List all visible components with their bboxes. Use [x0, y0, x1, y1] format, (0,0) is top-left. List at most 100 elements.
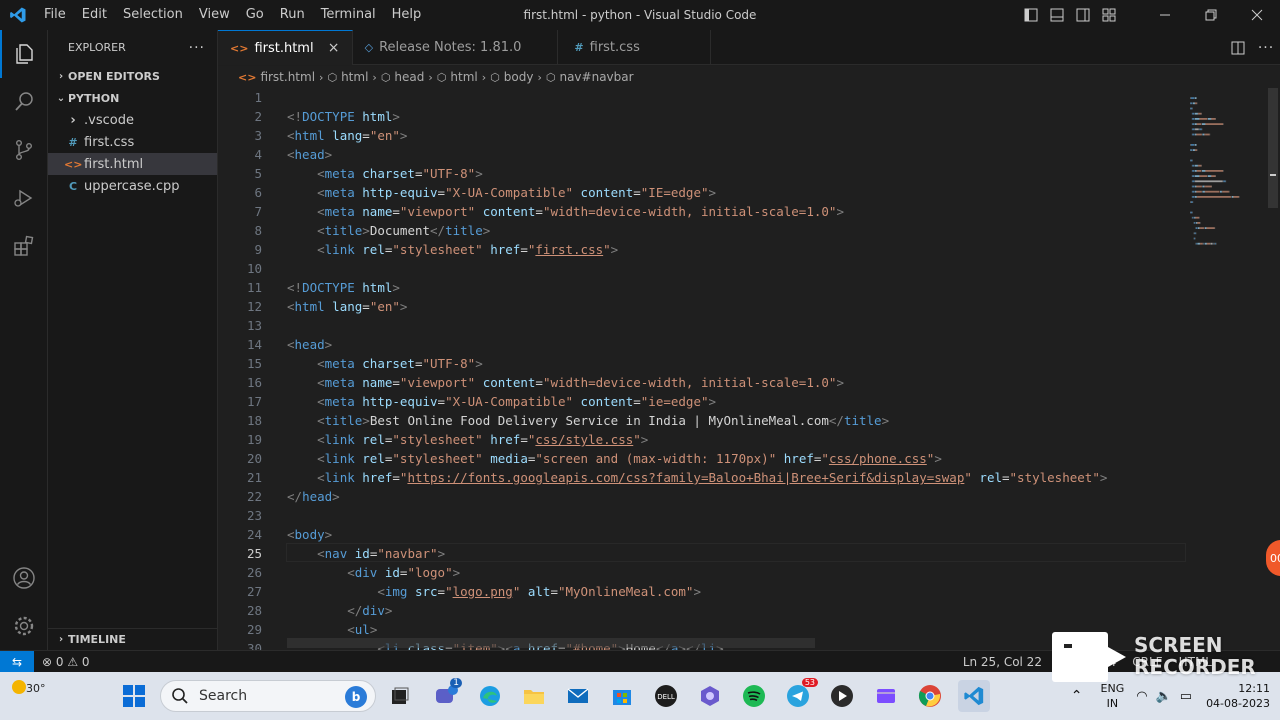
- menu-edit[interactable]: Edit: [74, 0, 115, 30]
- activity-accounts[interactable]: [0, 554, 48, 602]
- code-line[interactable]: <title>Document</title>: [287, 221, 490, 240]
- code-line[interactable]: </div>: [287, 601, 392, 620]
- media-player-button[interactable]: [826, 680, 858, 712]
- remote-indicator-button[interactable]: ⇆: [0, 650, 34, 673]
- workspace-section[interactable]: ⌄ PYTHON: [48, 87, 217, 109]
- code-line[interactable]: <head>: [287, 145, 332, 164]
- toggle-secondary-sidebar-button[interactable]: [1070, 0, 1096, 30]
- tree-item-uppercase-cpp[interactable]: C uppercase.cpp: [48, 175, 217, 197]
- code-line[interactable]: <!DOCTYPE html>: [287, 107, 400, 126]
- code-line[interactable]: <meta charset="UTF-8">: [287, 354, 483, 373]
- code-line[interactable]: <html lang="en">: [287, 297, 407, 316]
- code-line[interactable]: <link href="https://fonts.googleapis.com…: [287, 468, 1107, 487]
- code-line[interactable]: <ul>: [287, 620, 377, 639]
- breadcrumb-item[interactable]: ⬡ body: [490, 70, 533, 84]
- chat-app-button[interactable]: 1: [430, 678, 462, 712]
- activity-run-debug[interactable]: [0, 174, 48, 222]
- breadcrumb-item[interactable]: ⬡ head: [381, 70, 425, 84]
- store-app-button[interactable]: [606, 680, 638, 712]
- code-line[interactable]: <meta http-equiv="X-UA-Compatible" conte…: [287, 392, 716, 411]
- minimize-button[interactable]: [1142, 0, 1188, 30]
- code-line[interactable]: <meta name="viewport" content="width=dev…: [287, 373, 844, 392]
- weather-widget[interactable]: 30°: [8, 678, 48, 714]
- taskbar-search-box[interactable]: Search b: [160, 680, 376, 712]
- close-window-button[interactable]: [1234, 0, 1280, 30]
- battery-icon[interactable]: ▭: [1176, 689, 1196, 704]
- menu-view[interactable]: View: [191, 0, 238, 30]
- code-line[interactable]: <nav id="navbar">: [287, 544, 445, 563]
- problems-indicator[interactable]: ⊗ 0 ⚠ 0: [34, 651, 98, 673]
- mail-app-button[interactable]: [562, 680, 594, 712]
- vscode-taskbar-button[interactable]: [958, 680, 990, 712]
- open-editors-section[interactable]: › OPEN EDITORS: [48, 65, 217, 87]
- explorer-more-actions-button[interactable]: ···: [189, 40, 205, 56]
- minimap-line-segment: [1215, 175, 1216, 177]
- tab-first-html[interactable]: <> first.html ×: [218, 30, 353, 65]
- breadcrumb-item[interactable]: ⬡ nav#navbar: [546, 70, 634, 84]
- code-line[interactable]: <link rel="stylesheet" href="first.css">: [287, 240, 618, 259]
- breadcrumb-item[interactable]: <> first.html: [238, 70, 315, 84]
- toggle-primary-sidebar-button[interactable]: [1018, 0, 1044, 30]
- code-line[interactable]: <body>: [287, 525, 332, 544]
- horizontal-scrollbar[interactable]: [287, 638, 815, 648]
- toggle-panel-button[interactable]: [1044, 0, 1070, 30]
- spotify-app-button[interactable]: [738, 680, 770, 712]
- activity-explorer[interactable]: [0, 30, 48, 78]
- more-actions-button[interactable]: ···: [1252, 30, 1280, 65]
- code-line[interactable]: <head>: [287, 335, 332, 354]
- minimap[interactable]: [1188, 88, 1268, 288]
- timeline-section[interactable]: › TIMELINE: [48, 628, 217, 650]
- telegram-app-button[interactable]: 53: [782, 678, 818, 712]
- tab-first-css[interactable]: # first.css: [558, 30, 711, 65]
- tree-item-first-html[interactable]: <> first.html: [48, 153, 217, 175]
- code-line[interactable]: <title>Best Online Food Delivery Service…: [287, 411, 889, 430]
- menu-run[interactable]: Run: [272, 0, 313, 30]
- file-explorer-button[interactable]: [518, 680, 550, 712]
- activity-manage[interactable]: [0, 602, 48, 650]
- menu-terminal[interactable]: Terminal: [313, 0, 384, 30]
- cursor-position[interactable]: Ln 25, Col 22: [955, 651, 1050, 673]
- wifi-icon[interactable]: ◠: [1132, 689, 1151, 704]
- code-line[interactable]: <div id="logo">: [287, 563, 460, 582]
- volume-icon[interactable]: 🔈: [1152, 689, 1176, 704]
- clock[interactable]: 12:11 04-08-2023: [1196, 681, 1280, 711]
- code-line[interactable]: <meta charset="UTF-8">: [287, 164, 483, 183]
- code-line[interactable]: <link rel="stylesheet" href="css/style.c…: [287, 430, 648, 449]
- tree-item-vscode-folder[interactable]: › .vscode: [48, 109, 217, 131]
- code-line[interactable]: <meta name="viewport" content="width=dev…: [287, 202, 844, 221]
- code-line[interactable]: </head>: [287, 487, 340, 506]
- menu-file[interactable]: File: [36, 0, 74, 30]
- breadcrumb-item[interactable]: ⬡ html: [327, 70, 368, 84]
- code-editor[interactable]: 1 2 3 4 5 6 7 8 9 10 11 12 13 14 15 16 17 18 19 20 21 22 23 24 2…: [218, 88, 1280, 650]
- code-line[interactable]: <html lang="en">: [287, 126, 407, 145]
- activity-search[interactable]: [0, 78, 48, 126]
- tab-release-notes[interactable]: ◇ Release Notes: 1.81.0: [353, 30, 559, 65]
- minimap-line-segment: [1192, 216, 1194, 219]
- menu-go[interactable]: Go: [238, 0, 272, 30]
- split-editor-button[interactable]: [1224, 30, 1252, 65]
- code-line[interactable]: <link rel="stylesheet" media="screen and…: [287, 449, 942, 468]
- clipchamp-app-button[interactable]: [870, 680, 902, 712]
- start-button[interactable]: [118, 680, 150, 712]
- activity-source-control[interactable]: [0, 126, 48, 174]
- menu-selection[interactable]: Selection: [115, 0, 191, 30]
- dell-app-button[interactable]: DELL: [650, 680, 682, 712]
- code-line[interactable]: <meta http-equiv="X-UA-Compatible" conte…: [287, 183, 716, 202]
- language-indicator[interactable]: ENG IN: [1093, 681, 1133, 711]
- copilot-app-button[interactable]: [694, 680, 726, 712]
- customize-layout-button[interactable]: [1096, 0, 1122, 30]
- chrome-app-button[interactable]: [914, 680, 946, 712]
- edge-browser-button[interactable]: [474, 680, 506, 712]
- breadcrumb-item[interactable]: ⬡ html: [437, 70, 478, 84]
- menu-help[interactable]: Help: [384, 0, 430, 30]
- restore-button[interactable]: [1188, 0, 1234, 30]
- chevron-up-icon[interactable]: ⌃: [1061, 688, 1093, 704]
- code-line[interactable]: <!DOCTYPE html>: [287, 278, 400, 297]
- close-tab-button[interactable]: ×: [326, 40, 342, 56]
- activity-extensions[interactable]: [0, 222, 48, 270]
- task-view-button[interactable]: [384, 680, 416, 712]
- tree-item-first-css[interactable]: # first.css: [48, 131, 217, 153]
- code-line[interactable]: <img src="logo.png" alt="MyOnlineMeal.co…: [287, 582, 701, 601]
- gear-icon: [14, 616, 34, 636]
